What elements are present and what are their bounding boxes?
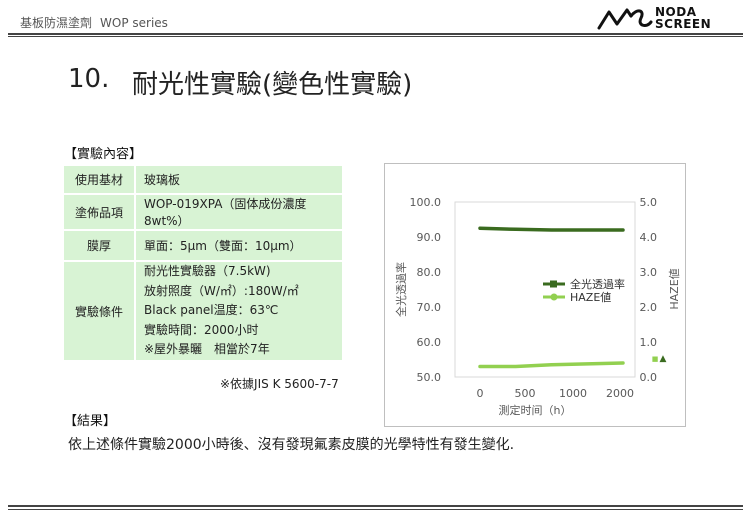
experiment-table: 使用基材 玻璃板 塗佈品項 WOP-019XPA（固体成份濃度8wt%） 膜厚 … bbox=[62, 164, 344, 362]
chart-frame: 50.0 60.0 70.0 80.0 90.0 100.0 0.0 1.0 2.0 3.0 4.0… bbox=[384, 163, 686, 427]
condition-line: 放射照度（W/㎡）:180W/㎡ bbox=[144, 283, 299, 298]
x-axis-title: 測定时间（h） bbox=[499, 403, 572, 417]
legend-circle-marker bbox=[550, 293, 558, 301]
y-left-tick-label: 60.0 bbox=[417, 336, 442, 349]
header-series-label: WOP series bbox=[100, 16, 168, 30]
y-right-tick-label: 3.0 bbox=[640, 266, 658, 279]
header-category-label: 基板防濕塗劑 bbox=[20, 16, 93, 30]
square-marker: ■ bbox=[652, 355, 659, 363]
triangle-marker: ▲ bbox=[660, 354, 667, 364]
reference-note: ※依據JIS K 5600-7-7 bbox=[220, 377, 339, 391]
footer-divider-thin bbox=[8, 509, 743, 510]
result-section-label: 【結果】 bbox=[64, 414, 117, 429]
y-left-tick-label: 50.0 bbox=[417, 371, 442, 384]
table-key-cell: 實驗條件 bbox=[64, 262, 134, 360]
legend-square-marker bbox=[550, 280, 557, 288]
y-right-tick-label: 4.0 bbox=[640, 231, 658, 244]
y-left-axis-title: 全光透過率 bbox=[394, 262, 408, 317]
data-point bbox=[478, 226, 482, 230]
condition-line: 實驗時間：2000小时 bbox=[144, 322, 259, 337]
data-point bbox=[621, 361, 625, 365]
header-divider-thin bbox=[8, 36, 743, 37]
condition-line: Black panel温度：63℃ bbox=[144, 303, 279, 318]
chart-svg: 50.0 60.0 70.0 80.0 90.0 100.0 0.0 1.0 2.0 3.0 4.0… bbox=[394, 196, 681, 417]
table-value-cell: 耐光性實驗器（7.5kW) 放射照度（W/㎡）:180W/㎡ Black pan… bbox=[136, 262, 342, 360]
header-category: 基板防濕塗劑 WOP series bbox=[20, 14, 168, 31]
table-value-cell: 玻璃板 bbox=[136, 166, 342, 193]
data-point bbox=[514, 227, 518, 231]
condition-line: 耐光性實驗器（7.5kW) bbox=[144, 264, 271, 279]
brand-logo: NODA SCREEN bbox=[597, 6, 737, 32]
content-section-label: 【實驗內容】 bbox=[64, 147, 143, 162]
data-point bbox=[478, 365, 482, 368]
table-row: 實驗條件 耐光性實驗器（7.5kW) 放射照度（W/㎡）:180W/㎡ Blac… bbox=[64, 262, 342, 360]
y-left-tick-label: 80.0 bbox=[417, 266, 442, 279]
data-point bbox=[550, 363, 553, 367]
data-point bbox=[514, 365, 518, 368]
page-title-number: 10. bbox=[68, 64, 110, 94]
y-left-tick-label: 100.0 bbox=[410, 196, 442, 209]
logo-text: NODA SCREEN bbox=[655, 6, 711, 30]
result-text: 依上述條件實驗2000小時後、沒有發現氟素皮膜的光學特性有發生變化. bbox=[68, 437, 515, 453]
y-right-tick-label: 2.0 bbox=[640, 301, 658, 314]
footer-divider bbox=[8, 505, 743, 507]
logo-text-line2: SCREEN bbox=[655, 17, 712, 31]
x-tick-label: 500 bbox=[515, 387, 536, 400]
table-row: 使用基材 玻璃板 bbox=[64, 166, 342, 193]
table-row: 膜厚 單面：5μm（雙面：10μm） bbox=[64, 231, 342, 260]
x-tick-label: 0 bbox=[477, 387, 484, 400]
condition-line: ※屋外暴曬 相當於7年 bbox=[144, 342, 270, 357]
y-left-tick-label: 70.0 bbox=[417, 301, 442, 314]
y-right-axis-title: HAZE値 bbox=[668, 268, 681, 309]
y-right-tick-label: 5.0 bbox=[640, 196, 658, 209]
logo-mark-icon bbox=[597, 8, 653, 30]
y-left-tick-label: 90.0 bbox=[417, 231, 442, 244]
table-key-cell: 使用基材 bbox=[64, 166, 134, 193]
table-value-cell: WOP-019XPA（固体成份濃度8wt%） bbox=[136, 195, 342, 229]
page-title: 耐光性實驗(變色性實驗) bbox=[132, 70, 413, 100]
table-value-cell: 單面：5μm（雙面：10μm） bbox=[136, 231, 342, 260]
y-right-tick-label: 0.0 bbox=[640, 371, 658, 384]
data-point bbox=[621, 228, 625, 232]
table-row: 塗佈品項 WOP-019XPA（固体成份濃度8wt%） bbox=[64, 195, 342, 229]
x-tick-label: 2000 bbox=[606, 387, 634, 400]
y-right-tick-label: 1.0 bbox=[640, 336, 658, 349]
legend-label: 全光透過率 bbox=[570, 277, 625, 291]
table-key-cell: 膜厚 bbox=[64, 231, 134, 260]
table-key-cell: 塗佈品項 bbox=[64, 195, 134, 229]
x-tick-label: 1000 bbox=[559, 387, 587, 400]
header-divider bbox=[8, 33, 743, 35]
data-point bbox=[550, 228, 553, 232]
legend-label: HAZE値 bbox=[570, 291, 611, 304]
